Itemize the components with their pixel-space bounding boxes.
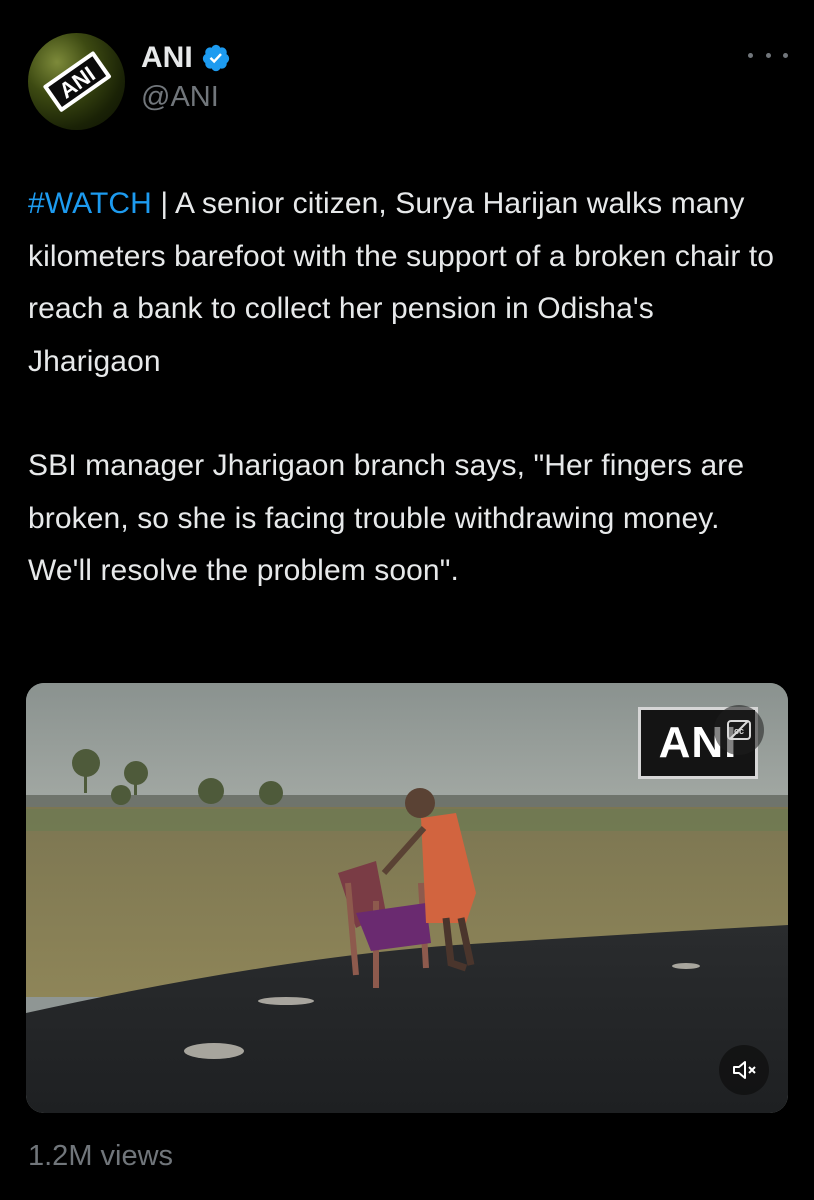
muted-speaker-icon[interactable] (719, 1045, 769, 1095)
tweet-paragraph-2: SBI manager Jharigaon branch says, "Her … (28, 449, 745, 587)
view-count[interactable]: 1.2M views (28, 1138, 173, 1174)
tweet-text: #WATCH | A senior citizen, Surya Harijan… (28, 178, 788, 598)
tweet-page: ANI ANI @ANI #WATCH | A senior citizen, … (0, 0, 814, 1200)
more-options-icon[interactable] (748, 40, 788, 70)
more-dot (783, 52, 788, 58)
more-dot (765, 52, 771, 58)
author-name-row[interactable]: ANI (141, 40, 231, 76)
more-dot (748, 52, 753, 58)
video-player[interactable]: ANI cc (26, 683, 788, 1113)
avatar[interactable]: ANI (28, 33, 125, 130)
hashtag-link[interactable]: #WATCH (28, 187, 152, 220)
captions-icon[interactable]: cc (714, 705, 764, 755)
muted-speaker-glyph (733, 1061, 756, 1079)
svg-text:cc: cc (734, 726, 744, 736)
tweet-paragraph-1: #WATCH | A senior citizen, Surya Harijan… (28, 178, 788, 388)
text-separator: | (151, 187, 176, 220)
green-strip (26, 809, 788, 831)
author-handle[interactable]: @ANI (141, 80, 219, 114)
verified-badge-icon (202, 44, 229, 72)
author-display-name[interactable]: ANI (141, 40, 193, 76)
ani-logo-icon: ANI (43, 51, 111, 112)
captions-glyph: cc (727, 720, 751, 740)
